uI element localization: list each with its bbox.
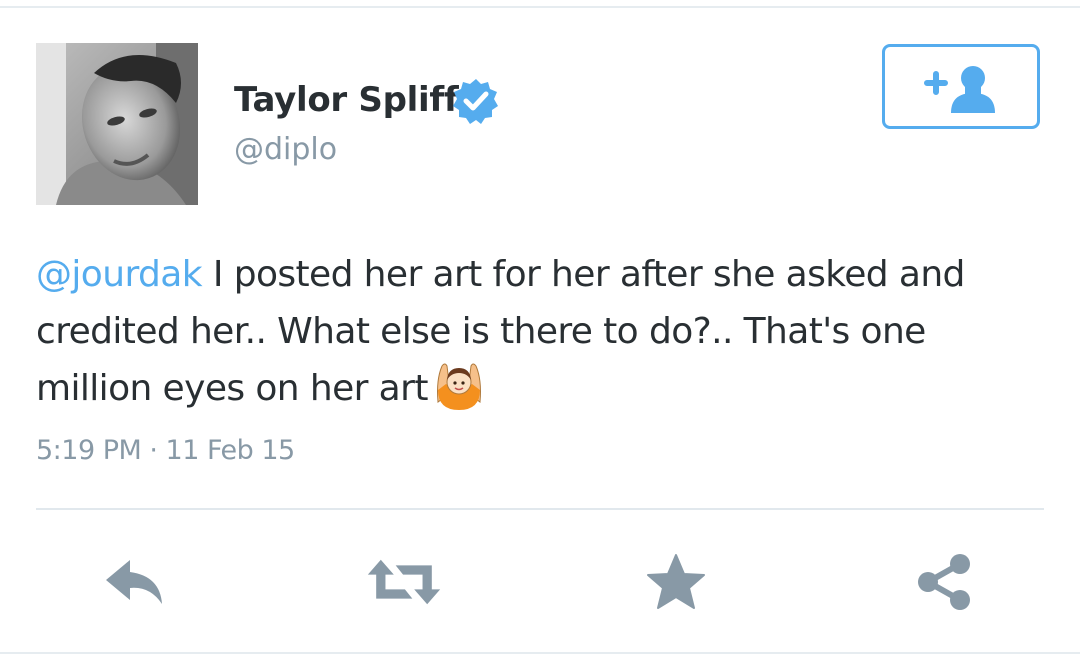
tweet-detail-view: Taylor Spliff @diplo @jourdak I posted h…	[0, 0, 1080, 662]
avatar[interactable]	[36, 43, 198, 205]
tweet-text-line: credited her.. What else is there to do?…	[36, 311, 926, 352]
follow-button[interactable]	[882, 44, 1040, 129]
mention-link[interactable]: @jourdak	[36, 254, 203, 295]
top-divider	[0, 6, 1080, 8]
tweet-text-segment: I posted her art for her after she asked…	[201, 254, 966, 295]
author-display-name[interactable]: Taylor Spliff	[234, 80, 459, 120]
verified-badge-icon	[453, 79, 498, 124]
bottom-divider	[0, 652, 1080, 654]
share-button[interactable]	[906, 548, 982, 616]
person-raising-hands-emoji	[436, 363, 481, 410]
tweet-timestamp[interactable]: 5:19 PM · 11 Feb 15	[36, 435, 295, 466]
reply-button[interactable]	[98, 548, 174, 616]
share-icon	[918, 554, 970, 610]
tweet-text-line: million eyes on her art	[36, 360, 1046, 417]
retweet-icon	[367, 559, 441, 605]
retweet-button[interactable]	[366, 548, 442, 616]
add-user-icon	[924, 66, 995, 113]
avatar-photo	[36, 43, 198, 205]
reply-icon	[106, 560, 162, 604]
star-icon	[647, 554, 705, 609]
favorite-button[interactable]	[638, 548, 714, 616]
author-handle[interactable]: @diplo	[234, 132, 337, 167]
tweet-text-segment: million eyes on her art	[36, 368, 428, 409]
tweet-text-line: @jourdak I posted her art for her after …	[36, 246, 1046, 303]
actions-divider	[36, 508, 1044, 510]
tweet-text: @jourdak I posted her art for her after …	[36, 246, 1046, 417]
